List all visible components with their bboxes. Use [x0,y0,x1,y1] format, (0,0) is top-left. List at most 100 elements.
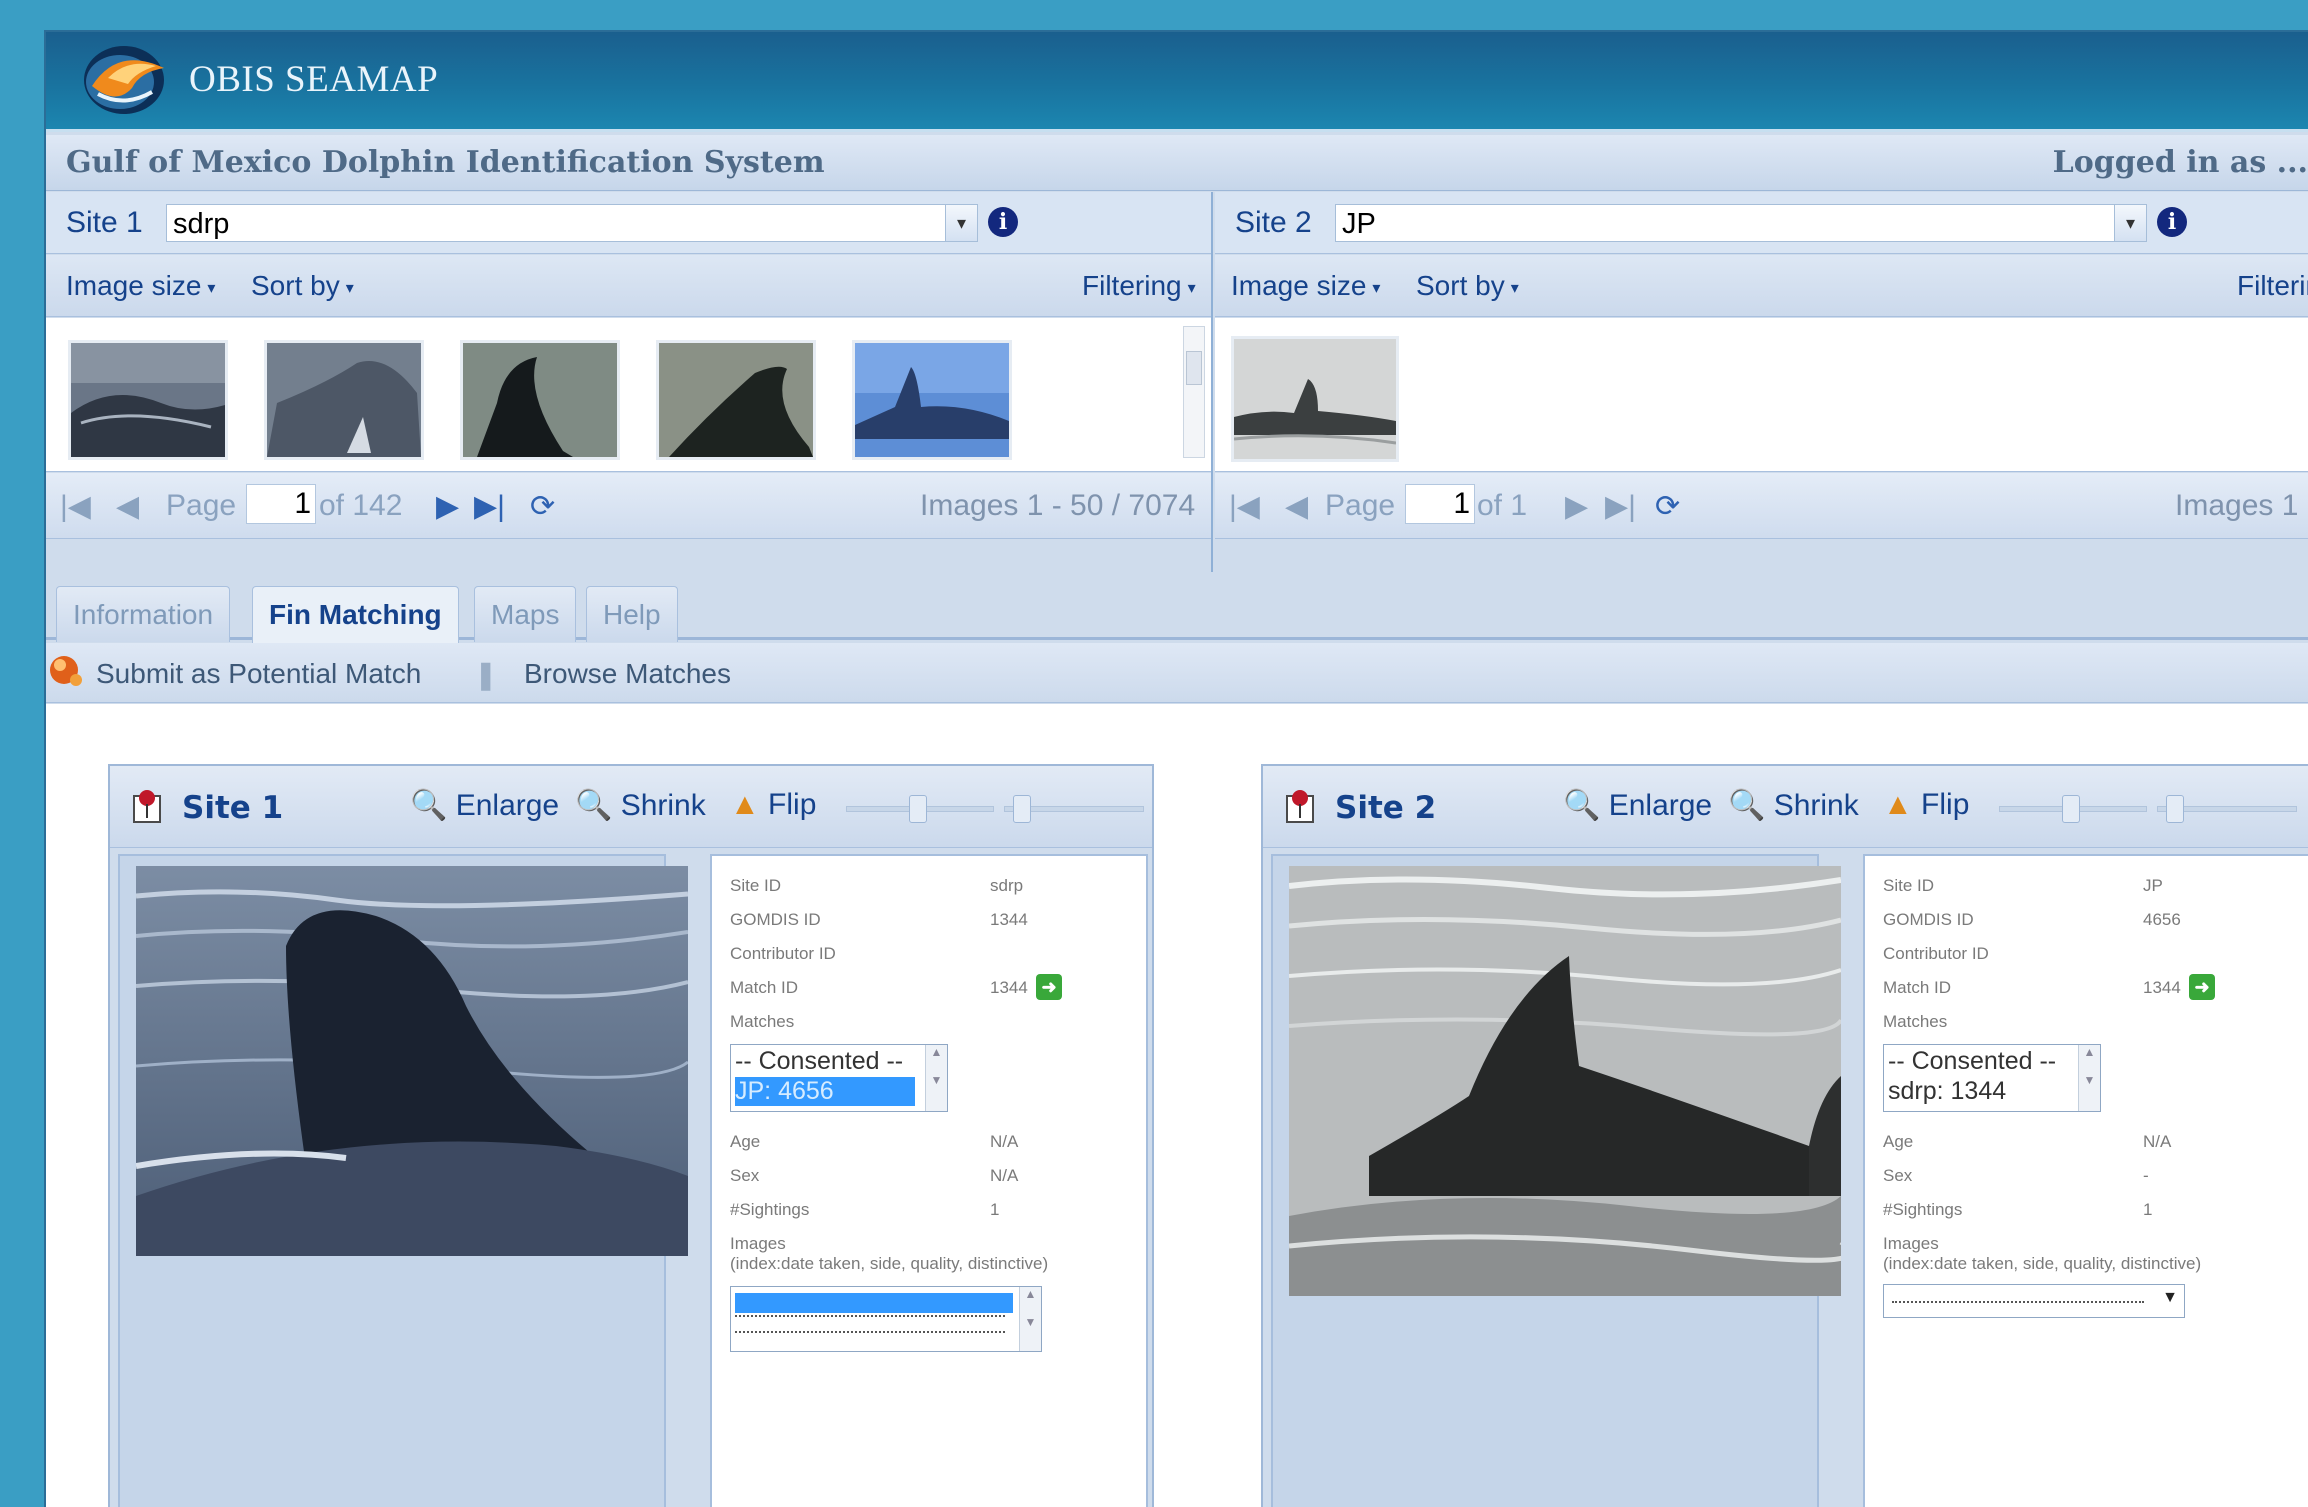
detail-value: 1344 [990,978,1028,997]
info-icon[interactable]: i [2157,207,2187,237]
slider-thumb[interactable] [909,795,927,823]
sort-by-label: Sort by [251,270,340,301]
site1-page-input[interactable]: 1 [246,484,316,524]
app-window: OBIS SEAMAP Gulf of Mexico Dolphin Ident… [44,30,2308,1507]
match-option[interactable]: -- Consented -- [735,1047,903,1076]
fin-matching-content: Site 1 🔍 Enlarge 🔍 Shrink ▲ Flip Site ID… [46,704,2308,1507]
brightness-slider[interactable] [1999,795,2147,823]
site2-filtering-menu[interactable]: Filterin [2237,270,2308,302]
thumbnail[interactable] [1231,336,1399,462]
site2-images-select[interactable]: ▼ [1883,1284,2185,1318]
chevron-down-icon[interactable]: ▾ [2114,205,2146,241]
page-count: of 142 [319,489,403,522]
tab-maps[interactable]: Maps [474,586,577,642]
first-page-icon[interactable]: |◀ [1229,489,1260,524]
flip-button[interactable]: ▲ Flip [730,788,816,822]
site2-page-input[interactable]: 1 [1405,484,1475,524]
site1-thumbnail-scrollbar[interactable] [1183,326,1205,458]
detail-value: 1344 [990,910,1028,929]
warning-icon: ▲ [730,788,760,821]
match-option-selected[interactable]: JP: 4656 [735,1077,915,1106]
match-option[interactable]: sdrp: 1344 [1888,1077,2006,1106]
detail-label: Contributor ID [1883,944,1989,963]
detail-label: Images [1883,1234,1939,1253]
tab-help[interactable]: Help [586,586,678,642]
detail-label: Age [730,1132,761,1151]
site1-image-size-menu[interactable]: Image size ▾ [66,270,215,302]
contrast-slider[interactable] [2157,795,2297,823]
shrink-label: Shrink [1773,789,1859,822]
shrink-button[interactable]: 🔍 Shrink [575,788,706,823]
first-page-icon[interactable]: |◀ [60,489,91,524]
site1-filtering-menu[interactable]: Filtering ▾ [1082,270,1196,302]
next-page-icon[interactable]: ▶ [436,489,459,524]
slider-thumb[interactable] [2062,795,2080,823]
go-to-match-icon[interactable]: ➜ [2189,974,2215,1000]
match-option[interactable]: -- Consented -- [1888,1047,2056,1076]
last-page-icon[interactable]: ▶| [1605,489,1636,524]
detail-label: Match ID [730,978,799,997]
next-page-icon[interactable]: ▶ [1565,489,1588,524]
thumbnail[interactable] [656,340,816,460]
refresh-icon[interactable]: ⟳ [530,489,555,524]
thumbnail[interactable] [852,340,1012,460]
thumbnail[interactable] [264,340,424,460]
pushpin-icon [133,790,161,823]
images-count: Images 1 - 1 [2175,489,2308,522]
go-to-match-icon[interactable]: ➜ [1036,974,1062,1000]
slider-thumb[interactable] [2166,795,2184,823]
chevron-down-icon[interactable]: ▼ [2162,1289,2178,1307]
enlarge-button[interactable]: 🔍 Enlarge [1563,788,1712,823]
image-option[interactable] [735,1315,1005,1317]
listbox-scrollbar[interactable]: ▲ ▼ [925,1045,947,1111]
page-label: Page [1325,489,1396,522]
flip-button[interactable]: ▲ Flip [1883,788,1969,822]
browse-matches-button[interactable]: Browse Matches [524,658,731,690]
system-title: Gulf of Mexico Dolphin Identification Sy… [66,145,825,180]
site1-images-listbox[interactable]: ▲ ▼ [730,1286,1042,1352]
site1-combo[interactable]: sdrp ▾ [166,204,978,242]
site2-fin-image[interactable] [1289,866,1841,1296]
toolbar-separator: ❚ [474,659,498,690]
thumbnail[interactable] [460,340,620,460]
refresh-icon[interactable]: ⟳ [1655,489,1680,524]
site2-image-size-menu[interactable]: Image size ▾ [1231,270,1380,302]
site1-matches-listbox[interactable]: -- Consented -- JP: 4656 ▲ ▼ [730,1044,948,1112]
contrast-slider[interactable] [1004,795,1144,823]
site1-sort-by-menu[interactable]: Sort by ▾ [251,270,354,302]
detail-label: Matches [1883,1012,1948,1031]
site1-fin-image[interactable] [136,866,688,1256]
brightness-slider[interactable] [846,795,994,823]
detail-label: Matches [730,1012,795,1031]
detail-value: 1344 [2143,978,2181,997]
detail-value: N/A [990,1166,1019,1185]
site2-combo[interactable]: JP ▾ [1335,204,2147,242]
detail-value: JP [2143,876,2163,895]
zoom-out-icon: 🔍 [1728,789,1766,822]
scroll-knob[interactable] [1186,351,1202,385]
obis-logo-icon [84,46,164,114]
shrink-button[interactable]: 🔍 Shrink [1728,788,1859,823]
prev-page-icon[interactable]: ◀ [1285,489,1308,524]
site2-sort-by-menu[interactable]: Sort by ▾ [1416,270,1519,302]
enlarge-label: Enlarge [455,789,560,822]
slider-thumb[interactable] [1013,795,1031,823]
site2-label: Site 2 [1235,206,1312,239]
tab-fin-matching[interactable]: Fin Matching [252,586,459,644]
listbox-scrollbar[interactable]: ▲ ▼ [1019,1287,1041,1351]
prev-page-icon[interactable]: ◀ [116,489,139,524]
images-count: Images 1 - 50 / 7074 [920,489,1196,522]
thumbnail[interactable] [68,340,228,460]
enlarge-button[interactable]: 🔍 Enlarge [410,788,559,823]
listbox-scrollbar[interactable]: ▲ ▼ [2078,1045,2100,1111]
chevron-down-icon[interactable]: ▾ [945,205,977,241]
image-option-selected[interactable] [735,1293,1013,1313]
site2-matches-listbox[interactable]: -- Consented -- sdrp: 1344 ▲ ▼ [1883,1044,2101,1112]
info-icon[interactable]: i [988,207,1018,237]
image-option[interactable] [735,1331,1005,1333]
site1-label: Site 1 [66,206,143,239]
last-page-icon[interactable]: ▶| [474,489,505,524]
detail-label: GOMDIS ID [1883,910,1974,929]
tab-information[interactable]: Information [56,586,231,642]
site2-thumbnail-strip [1215,318,2308,472]
